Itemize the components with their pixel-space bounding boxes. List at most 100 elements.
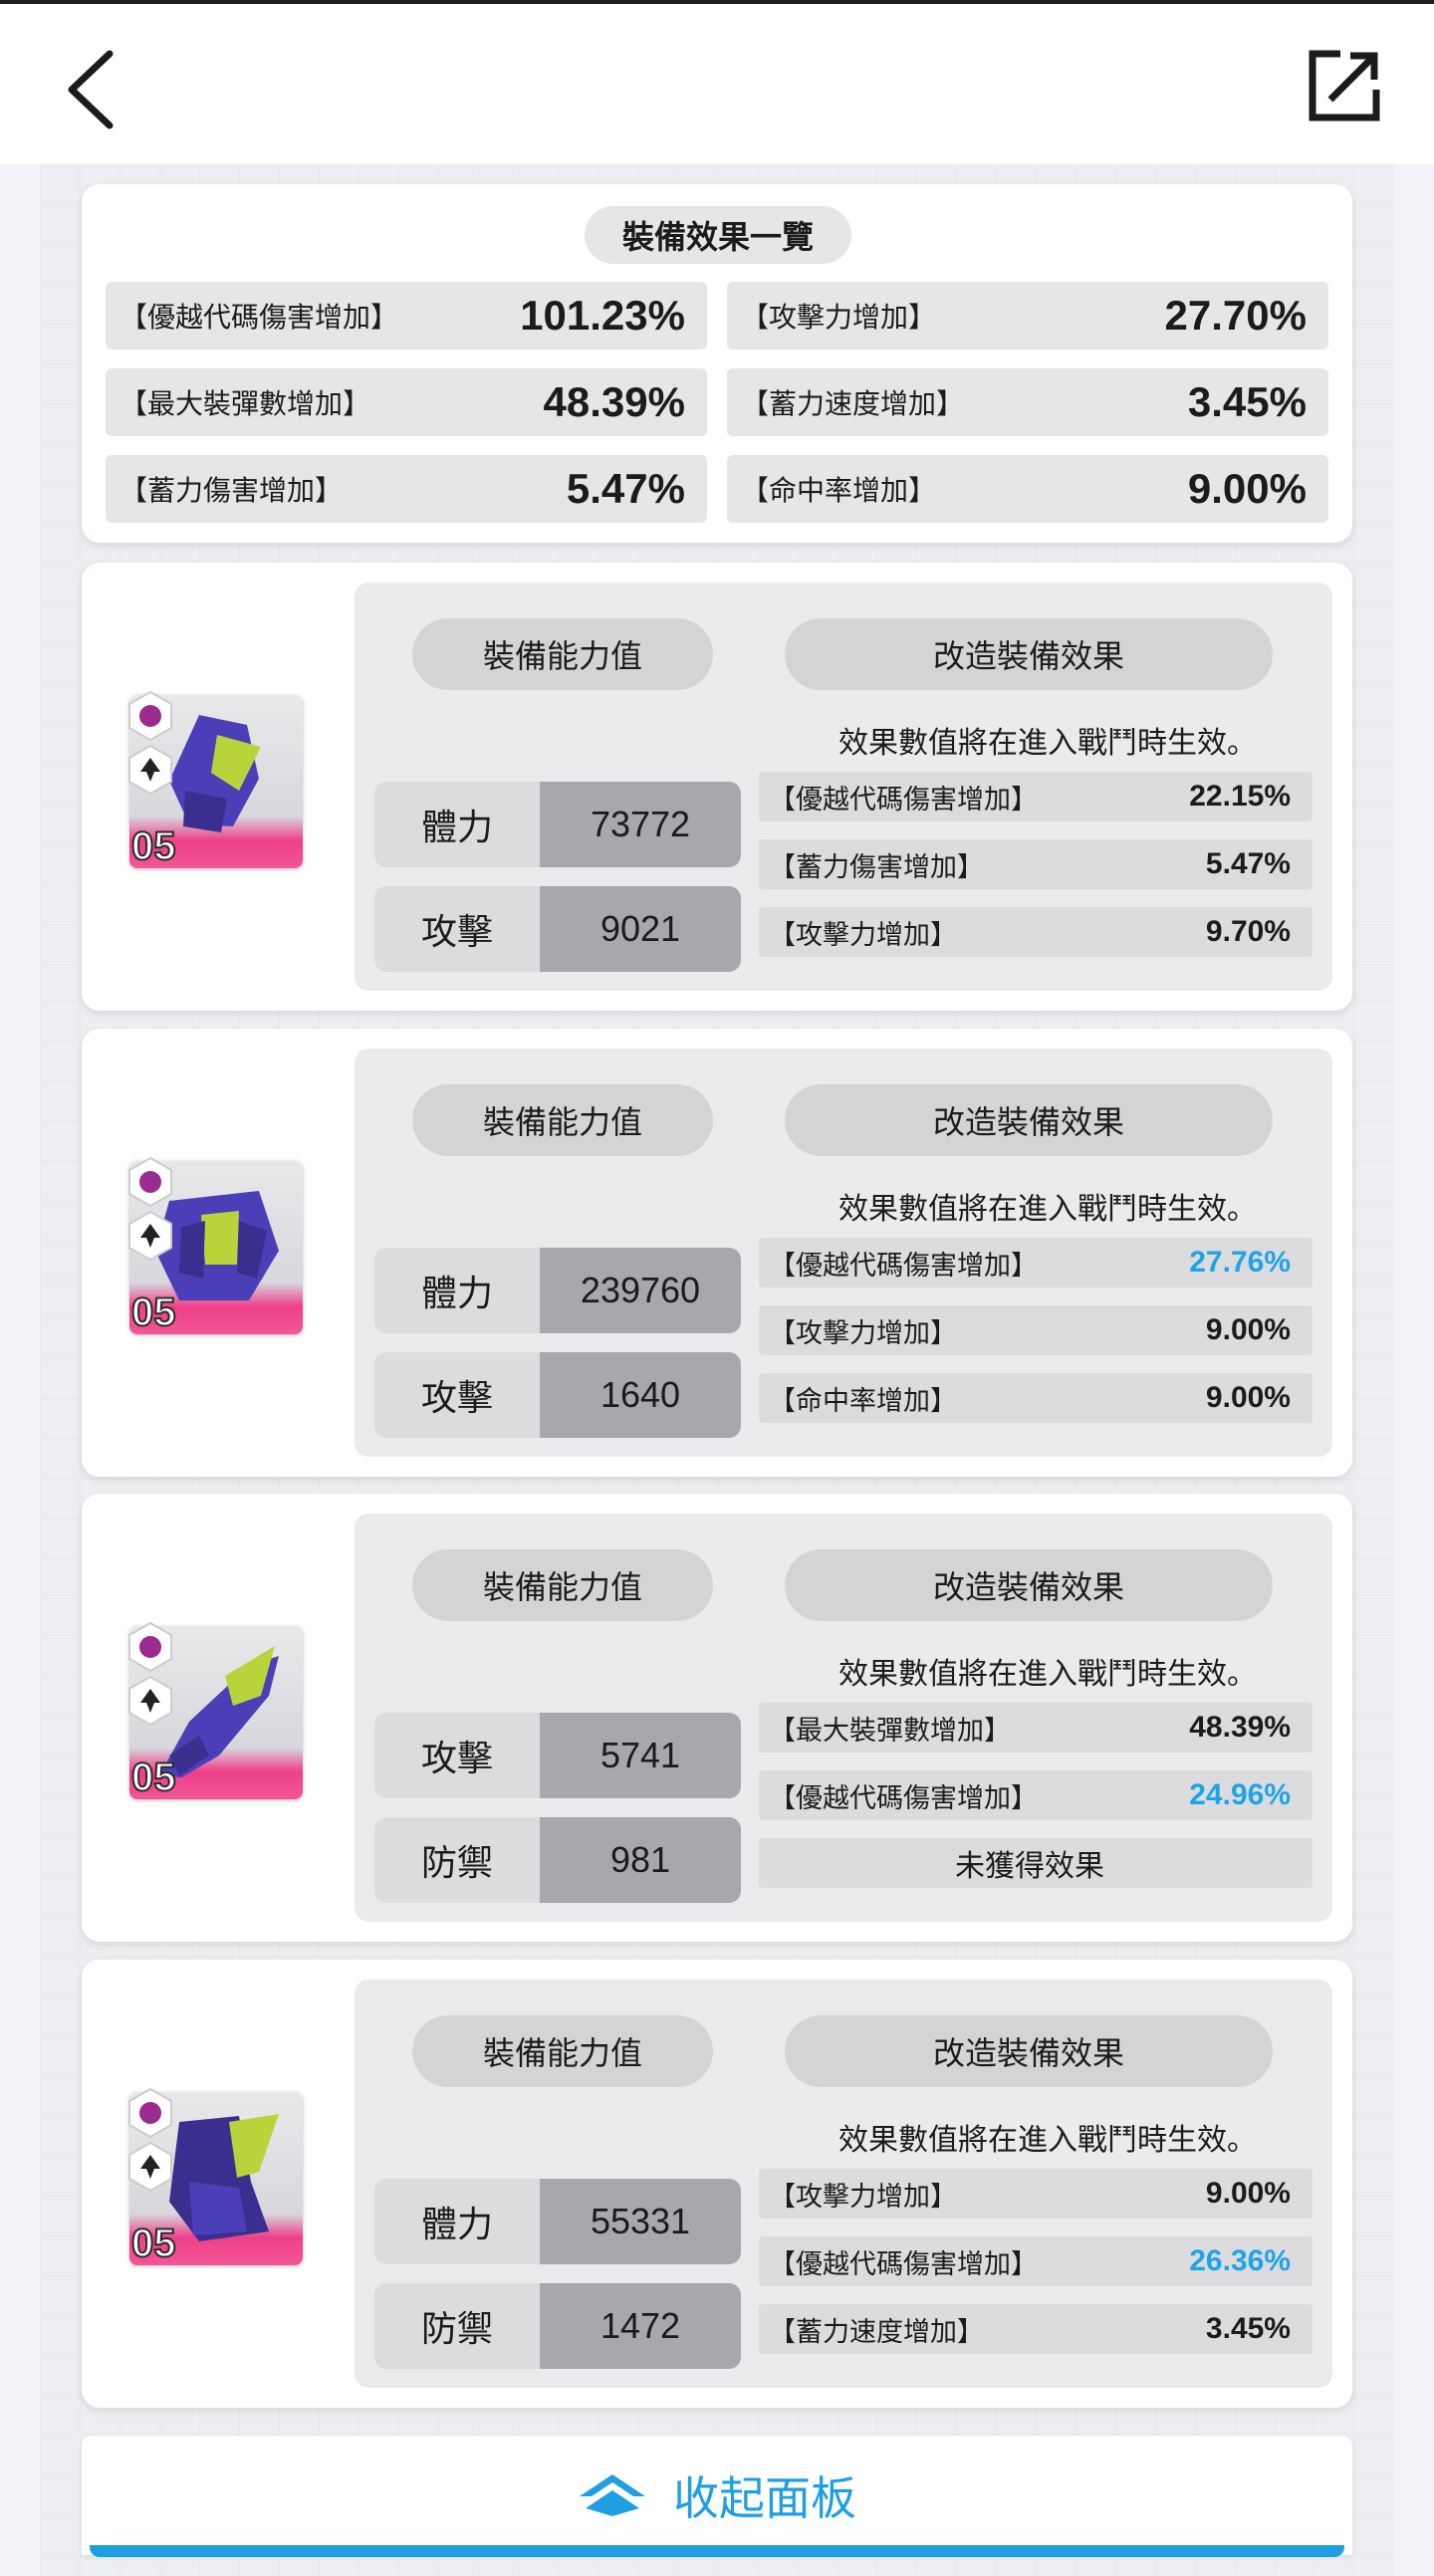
ability-tab[interactable]: 裝備能力值: [412, 2015, 713, 2087]
equipment-detail-panel: 裝備能力值 改造裝備效果 效果數值將在進入戰鬥時生效。 體力 239760 攻擊…: [355, 1049, 1332, 1457]
stat-value: 9021: [540, 886, 741, 972]
summary-card: 裝備效果一覽 【優越代碼傷害增加】 101.23% 【攻擊力增加】 27.70%…: [82, 184, 1352, 543]
rarity-icon: [128, 690, 172, 742]
effect-row: 【優越代碼傷害增加】 24.96%: [759, 1770, 1313, 1820]
summary-item-label: 【命中率增加】: [741, 474, 937, 507]
summary-item: 【蓄力速度增加】 3.45%: [727, 368, 1328, 436]
summary-item-value: 5.47%: [566, 465, 685, 512]
effect-note: 效果數值將在進入戰鬥時生效。: [838, 2123, 1257, 2158]
equipment-card[interactable]: 05 裝備能力值 改造裝備效果 效果數值將在進入戰鬥時生效。 體力 73772 …: [82, 563, 1352, 1011]
effect-value: 22.15%: [1189, 780, 1291, 813]
equipment-card[interactable]: 05 裝備能力值 改造裝備效果 效果數值將在進入戰鬥時生效。 攻擊 5741 防…: [82, 1494, 1352, 1942]
effect-label: 【命中率增加】: [769, 1385, 957, 1417]
ability-tab[interactable]: 裝備能力值: [412, 1084, 713, 1156]
mod-effect-tab[interactable]: 改造裝備效果: [785, 1084, 1273, 1156]
summary-item-value: 48.39%: [543, 378, 685, 425]
stat-value: 981: [540, 1817, 741, 1903]
effect-value: 27.76%: [1189, 1246, 1291, 1279]
stat-label: 攻擊: [374, 1352, 540, 1438]
share-icon[interactable]: [1307, 48, 1382, 123]
stat-row: 攻擊 1640: [374, 1352, 741, 1438]
stat-label: 體力: [374, 2179, 540, 2264]
manufacturer-icon: [128, 2141, 172, 2193]
stat-label: 攻擊: [374, 1713, 540, 1798]
stat-row: 防禦 981: [374, 1817, 741, 1903]
effect-label: 【蓄力速度增加】: [769, 2316, 984, 2348]
effect-row: 【攻擊力增加】 9.00%: [759, 1305, 1313, 1355]
effect-row-empty: 未獲得效果: [759, 1838, 1313, 1888]
effect-value: 24.96%: [1189, 1778, 1291, 1811]
summary-item-value: 9.00%: [1187, 465, 1307, 512]
effect-row: 【蓄力傷害增加】 5.47%: [759, 839, 1313, 889]
summary-item: 【蓄力傷害增加】 5.47%: [106, 455, 707, 523]
collapse-panel-label: 收起面板: [673, 2471, 856, 2525]
summary-item-label: 【蓄力傷害增加】: [120, 474, 344, 507]
effect-label: 【攻擊力增加】: [769, 919, 957, 951]
manufacturer-icon: [128, 744, 172, 796]
effect-row: 【攻擊力增加】 9.00%: [759, 2169, 1313, 2219]
stat-label: 體力: [374, 1248, 540, 1333]
ability-tab[interactable]: 裝備能力值: [412, 618, 713, 690]
ability-tab[interactable]: 裝備能力值: [412, 1549, 713, 1621]
mod-effect-tab[interactable]: 改造裝備效果: [785, 1549, 1273, 1621]
effect-label: 【攻擊力增加】: [769, 1317, 957, 1349]
stat-row: 攻擊 9021: [374, 886, 741, 972]
effect-value: 9.00%: [1205, 1381, 1291, 1414]
rarity-icon: [128, 2087, 172, 2139]
stat-value: 73772: [540, 782, 741, 867]
rarity-icon: [128, 1621, 172, 1673]
effect-label: 【蓄力傷害增加】: [769, 851, 984, 883]
effect-row: 【最大裝彈數增加】 48.39%: [759, 1703, 1313, 1753]
stat-value: 1640: [540, 1352, 741, 1438]
top-bar: [0, 0, 1434, 164]
summary-item: 【優越代碼傷害增加】 101.23%: [106, 282, 707, 350]
stat-row: 體力 55331: [374, 2179, 741, 2264]
back-icon[interactable]: [60, 48, 120, 131]
equipment-level: 05: [130, 1755, 176, 1800]
effect-value: 26.36%: [1189, 2244, 1291, 2277]
mod-effect-tab[interactable]: 改造裝備效果: [785, 2015, 1273, 2087]
effect-value: 5.47%: [1205, 847, 1291, 880]
stat-label: 防禦: [374, 1817, 540, 1903]
equipment-level: 05: [130, 823, 176, 869]
mod-effect-tab[interactable]: 改造裝備效果: [785, 618, 1273, 690]
summary-item-value: 101.23%: [520, 292, 685, 339]
effect-row: 【優越代碼傷害增加】 27.76%: [759, 1238, 1313, 1288]
effect-row: 【蓄力速度增加】 3.45%: [759, 2304, 1313, 2354]
effect-note: 效果數值將在進入戰鬥時生效。: [838, 726, 1257, 761]
equipment-detail-panel: 裝備能力值 改造裝備效果 效果數值將在進入戰鬥時生效。 體力 73772 攻擊 …: [355, 583, 1332, 991]
effect-row: 【攻擊力增加】 9.70%: [759, 907, 1313, 957]
summary-item-label: 【優越代碼傷害增加】: [120, 301, 399, 334]
equipment-card[interactable]: 05 裝備能力值 改造裝備效果 效果數值將在進入戰鬥時生效。 體力 239760…: [82, 1029, 1352, 1477]
summary-item: 【命中率增加】 9.00%: [727, 455, 1328, 523]
collapse-accent-bar: [90, 2545, 1344, 2557]
summary-item: 【攻擊力增加】 27.70%: [727, 282, 1328, 350]
summary-item-label: 【最大裝彈數增加】: [120, 387, 371, 420]
summary-item-value: 27.70%: [1164, 292, 1307, 339]
summary-item-label: 【攻擊力增加】: [741, 301, 937, 334]
effect-value: 3.45%: [1205, 2312, 1291, 2345]
rarity-icon: [128, 1156, 172, 1208]
effect-row: 【優越代碼傷害增加】 26.36%: [759, 2236, 1313, 2286]
effect-value: 9.00%: [1205, 1313, 1291, 1346]
equipment-level: 05: [130, 1289, 176, 1335]
summary-item-value: 3.45%: [1187, 378, 1307, 425]
stat-label: 防禦: [374, 2283, 540, 2369]
effect-empty-label: 未獲得效果: [955, 1849, 1104, 1884]
equipment-detail-panel: 裝備能力值 改造裝備效果 效果數值將在進入戰鬥時生效。 攻擊 5741 防禦 9…: [355, 1514, 1332, 1922]
stat-row: 攻擊 5741: [374, 1713, 741, 1798]
stat-label: 攻擊: [374, 886, 540, 972]
chevron-up-icon: [580, 2474, 645, 2516]
equipment-card[interactable]: 05 裝備能力值 改造裝備效果 效果數值將在進入戰鬥時生效。 體力 55331 …: [82, 1960, 1352, 2408]
effect-note: 效果數值將在進入戰鬥時生效。: [838, 1657, 1257, 1692]
effect-label: 【優越代碼傷害增加】: [769, 1250, 1038, 1282]
stat-value: 5741: [540, 1713, 741, 1798]
effect-value: 48.39%: [1189, 1711, 1291, 1744]
stat-value: 239760: [540, 1248, 741, 1333]
effect-row: 【優越代碼傷害增加】 22.15%: [759, 772, 1313, 821]
collapse-panel-button[interactable]: 收起面板: [82, 2436, 1352, 2555]
effect-note: 效果數值將在進入戰鬥時生效。: [838, 1192, 1257, 1227]
effect-row: 【命中率增加】 9.00%: [759, 1373, 1313, 1423]
effect-label: 【最大裝彈數增加】: [769, 1715, 1011, 1747]
manufacturer-icon: [128, 1210, 172, 1262]
